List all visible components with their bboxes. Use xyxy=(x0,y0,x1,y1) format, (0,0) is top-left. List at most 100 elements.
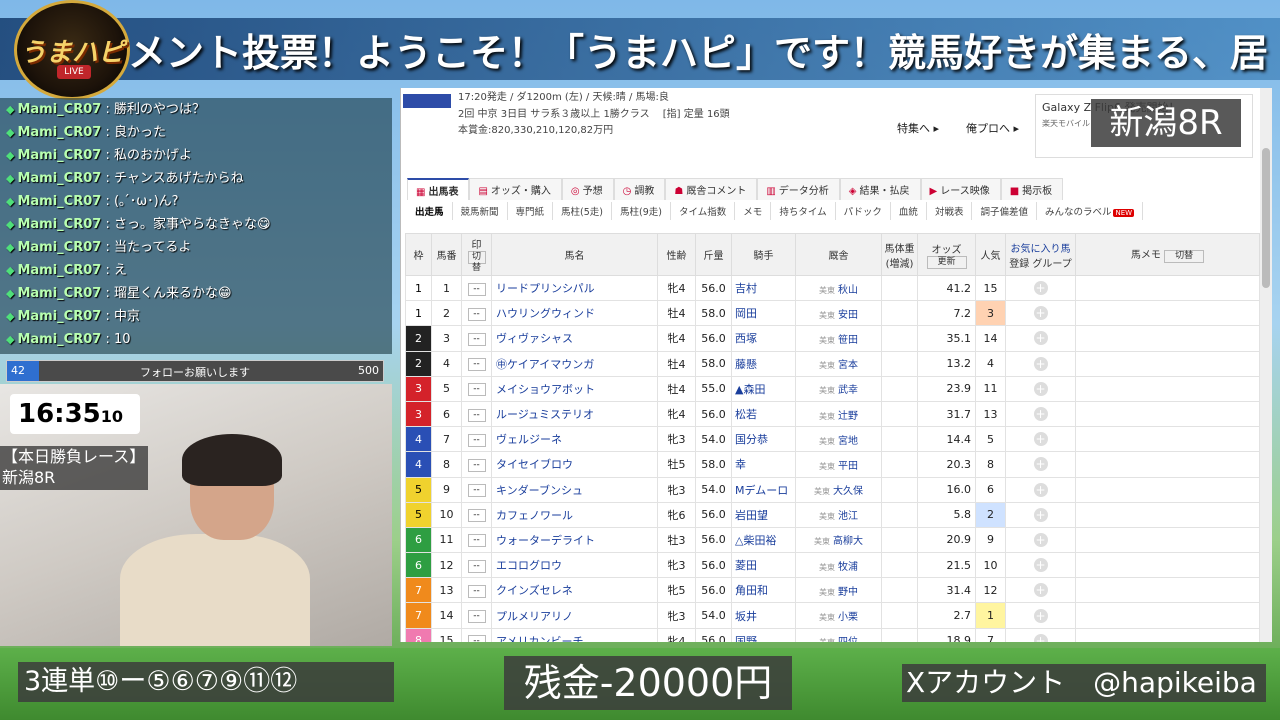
trainer-name[interactable]: 安田 xyxy=(838,310,858,321)
cell-mark[interactable]: -- xyxy=(461,602,492,629)
cell-memo[interactable] xyxy=(1075,577,1260,604)
subtab-1[interactable]: 競馬新聞 xyxy=(453,202,508,220)
trainer-name[interactable]: 笹田 xyxy=(838,335,858,346)
plus-icon[interactable]: + xyxy=(1033,381,1048,396)
cell-jockey[interactable]: 国分恭 xyxy=(731,426,796,453)
trainer-name[interactable]: 牧浦 xyxy=(838,562,858,573)
mark-select[interactable]: -- xyxy=(467,559,486,573)
cell-fav[interactable]: + xyxy=(1005,577,1076,604)
subtab-10[interactable]: 対戦表 xyxy=(927,202,973,220)
cell-memo[interactable] xyxy=(1075,274,1260,302)
cell-horse-name[interactable]: リードプリンシパル xyxy=(491,274,658,302)
mark-select[interactable]: -- xyxy=(467,509,486,523)
plus-icon[interactable]: + xyxy=(1033,558,1048,573)
mark-select[interactable]: -- xyxy=(467,408,486,422)
cell-jockey[interactable]: 岩田望 xyxy=(731,501,796,528)
plus-icon[interactable]: + xyxy=(1033,407,1048,422)
plus-icon[interactable]: + xyxy=(1033,482,1048,497)
mark-select[interactable]: -- xyxy=(467,458,486,472)
trainer-name[interactable]: 野中 xyxy=(838,587,858,598)
cell-fav[interactable]: + xyxy=(1005,426,1076,453)
trainer-name[interactable]: 大久保 xyxy=(833,486,863,497)
cell-jockey[interactable]: 幸 xyxy=(731,451,796,478)
cell-horse-name[interactable]: メイショウアボット xyxy=(491,375,658,402)
plus-icon[interactable]: + xyxy=(1033,507,1048,522)
cell-fav[interactable]: + xyxy=(1005,627,1076,642)
plus-icon[interactable]: + xyxy=(1033,457,1048,472)
cell-horse-name[interactable]: ヴェルジーネ xyxy=(491,426,658,453)
cell-jockey[interactable]: △柴田裕 xyxy=(731,526,796,554)
mark-select[interactable]: -- xyxy=(467,383,486,397)
subtab-5[interactable]: タイム指数 xyxy=(671,202,736,220)
tab-8[interactable]: ■ 掲示板 xyxy=(1000,178,1064,200)
cell-memo[interactable] xyxy=(1075,350,1260,377)
cell-mark[interactable]: -- xyxy=(461,552,492,579)
cell-jockey[interactable]: ▲森田 xyxy=(731,375,796,402)
mark-select[interactable]: -- xyxy=(467,610,486,624)
cell-jockey[interactable]: 藤懸 xyxy=(731,350,796,377)
plus-icon[interactable]: + xyxy=(1033,532,1048,547)
cell-mark[interactable]: -- xyxy=(461,400,492,428)
plus-icon[interactable]: + xyxy=(1033,583,1048,598)
mark-select[interactable]: -- xyxy=(467,484,486,498)
mypro-link[interactable]: 俺プロへ ▸ xyxy=(966,120,1019,136)
subtab-2[interactable]: 専門紙 xyxy=(508,202,554,220)
odds-refresh-button[interactable]: 更新 xyxy=(926,255,967,269)
cell-mark[interactable]: -- xyxy=(461,451,492,478)
cell-fav[interactable]: + xyxy=(1005,300,1076,327)
cell-fav[interactable]: + xyxy=(1005,274,1076,302)
col-weight[interactable]: 斤量 xyxy=(695,233,732,276)
mark-select[interactable]: -- xyxy=(467,584,486,598)
cell-horse-name[interactable]: ヴィヴァシャス xyxy=(491,325,658,352)
subtab-9[interactable]: 血統 xyxy=(891,202,927,220)
cell-jockey[interactable]: 松若 xyxy=(731,400,796,428)
trainer-name[interactable]: 池江 xyxy=(838,511,858,522)
tab-5[interactable]: ▥ データ分析 xyxy=(757,178,840,200)
plus-icon[interactable]: + xyxy=(1033,281,1048,296)
cell-memo[interactable] xyxy=(1075,325,1260,352)
tab-2[interactable]: ◎ 予想 xyxy=(561,178,614,200)
mark-select[interactable]: -- xyxy=(467,282,486,296)
trainer-name[interactable]: 宮本 xyxy=(838,360,858,371)
cell-memo[interactable] xyxy=(1075,627,1260,642)
trainer-name[interactable]: 小栗 xyxy=(838,612,858,623)
cell-memo[interactable] xyxy=(1075,375,1260,402)
cell-horse-name[interactable]: プルメリアリノ xyxy=(491,602,658,629)
cell-jockey[interactable]: 吉村 xyxy=(731,274,796,302)
cell-jockey[interactable]: 坂井 xyxy=(731,602,796,629)
plus-icon[interactable]: + xyxy=(1033,432,1048,447)
cell-mark[interactable]: -- xyxy=(461,426,492,453)
cell-mark[interactable]: -- xyxy=(461,577,492,604)
trainer-name[interactable]: 四位 xyxy=(838,637,858,642)
tab-7[interactable]: ▶ レース映像 xyxy=(920,178,1001,200)
tab-6[interactable]: ◈ 結果・払戻 xyxy=(839,178,921,200)
cell-mark[interactable]: -- xyxy=(461,375,492,402)
cell-mark[interactable]: -- xyxy=(461,325,492,352)
cell-jockey[interactable]: 菱田 xyxy=(731,552,796,579)
subtab-0[interactable]: 出走馬 xyxy=(407,202,453,220)
plus-icon[interactable]: + xyxy=(1033,331,1048,346)
mark-select[interactable]: -- xyxy=(467,332,486,346)
scroll-thumb[interactable] xyxy=(1262,148,1270,288)
subtab-11[interactable]: 調子偏差値 xyxy=(972,202,1037,220)
cell-jockey[interactable]: Mデムーロ xyxy=(731,476,796,503)
mark-select[interactable]: -- xyxy=(467,534,486,548)
cell-fav[interactable]: + xyxy=(1005,350,1076,377)
cell-mark[interactable]: -- xyxy=(461,501,492,528)
subtab-3[interactable]: 馬柱(5走) xyxy=(553,202,613,220)
cell-fav[interactable]: + xyxy=(1005,451,1076,478)
subtab-6[interactable]: メモ xyxy=(735,202,772,220)
cell-jockey[interactable]: 角田和 xyxy=(731,577,796,604)
mark-select[interactable]: -- xyxy=(467,358,486,372)
cell-memo[interactable] xyxy=(1075,602,1260,629)
subtab-12[interactable]: みんなのラベル NEW xyxy=(1037,202,1144,220)
cell-memo[interactable] xyxy=(1075,400,1260,428)
tab-4[interactable]: ☗ 厩舎コメント xyxy=(665,178,758,200)
tab-3[interactable]: ◷ 調教 xyxy=(613,178,666,200)
plus-icon[interactable]: + xyxy=(1033,306,1048,321)
cell-fav[interactable]: + xyxy=(1005,602,1076,629)
col-name[interactable]: 馬名 xyxy=(491,233,658,276)
mark-select[interactable]: -- xyxy=(467,307,486,321)
cell-horse-name[interactable]: アメリカンビーチ xyxy=(491,627,658,642)
cell-memo[interactable] xyxy=(1075,526,1260,554)
